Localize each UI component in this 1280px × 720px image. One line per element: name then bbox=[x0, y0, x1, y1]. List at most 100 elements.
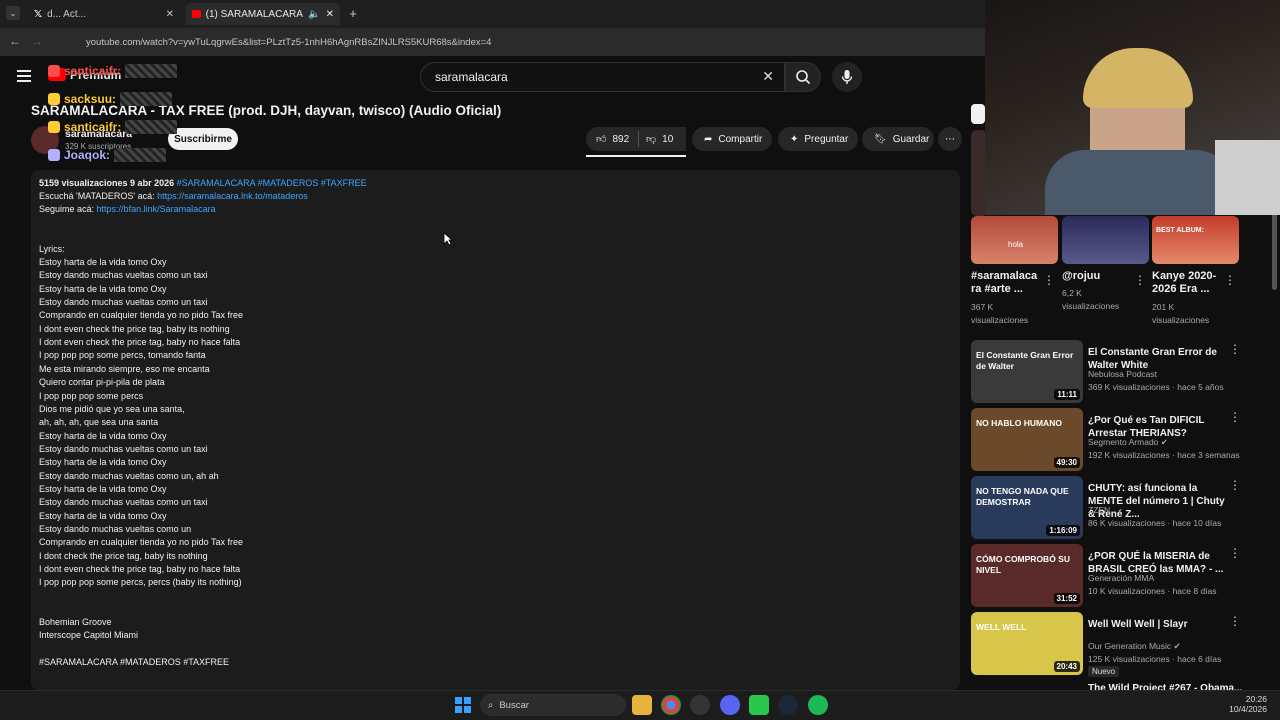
recommended-thumbnail[interactable]: WELL WELL 20:43 bbox=[971, 612, 1083, 675]
discord-icon[interactable] bbox=[720, 695, 740, 715]
recommended-channel[interactable]: Generación MMA bbox=[1088, 572, 1154, 585]
kebab-menu-icon[interactable]: ⋮ bbox=[1224, 273, 1236, 287]
kebab-menu-icon[interactable]: ⋮ bbox=[1229, 478, 1241, 492]
short-thumbnail[interactable]: BEST ALBUM: bbox=[1152, 216, 1239, 264]
browser-tab-youtube[interactable]: (1) SARAMALACARA - TAX 🔈 ✕ bbox=[186, 3, 340, 25]
recommended-thumbnail[interactable]: El Constante Gran Error de Walter 11:11 bbox=[971, 340, 1083, 403]
lyric-line: Comprando en cualquier tienda yo no pido… bbox=[39, 537, 243, 548]
youtube-logo-icon bbox=[192, 10, 201, 18]
ask-button[interactable]: ✦ Preguntar bbox=[778, 127, 858, 151]
chat-username: sacksuu: bbox=[64, 92, 117, 106]
new-tab-plus-icon[interactable]: + bbox=[346, 6, 360, 21]
lyric-line: Me esta mirando siempre, eso me encanta bbox=[39, 363, 210, 374]
recommended-title-partial[interactable]: The Wild Project #267 - Obama... bbox=[1088, 682, 1248, 690]
recommended-meta: 125 K visualizaciones · hace 6 días bbox=[1088, 654, 1222, 664]
file-explorer-icon[interactable] bbox=[632, 695, 652, 715]
kebab-menu-icon[interactable]: ⋮ bbox=[1229, 614, 1241, 628]
save-button[interactable]: 🔖︎ Guardar bbox=[862, 127, 934, 151]
kebab-menu-icon[interactable]: ⋮ bbox=[1043, 273, 1055, 287]
bfan-link[interactable]: https://bfan.link/Saramalacara bbox=[97, 204, 216, 214]
recommended-meta: 192 K visualizaciones · hace 3 semanas bbox=[1088, 450, 1240, 460]
clear-icon[interactable]: ✕ bbox=[762, 68, 774, 85]
search-input[interactable]: saramalacara ✕ bbox=[420, 62, 785, 92]
verified-icon: ✔ bbox=[1160, 437, 1168, 447]
taskbar-search[interactable]: ⌕ Buscar bbox=[480, 694, 626, 716]
duration-badge: 31:52 bbox=[1053, 593, 1080, 604]
new-badge: Nuevo bbox=[1088, 666, 1120, 677]
lyrics-label: Lyrics: bbox=[39, 244, 65, 254]
duration-badge: 11:11 bbox=[1054, 389, 1080, 400]
more-horizontal-icon: ⋯ bbox=[945, 133, 955, 145]
recommended-channel[interactable]: Our Generation Music ✔ bbox=[1088, 640, 1181, 653]
short-title[interactable]: #saramalaca ra #arte ... bbox=[971, 270, 1039, 296]
kebab-menu-icon[interactable]: ⋮ bbox=[1229, 546, 1241, 560]
short-thumbnail[interactable] bbox=[1062, 216, 1149, 264]
lyric-line: Estoy harta de la vida tomo Oxy bbox=[39, 430, 167, 441]
sparkle-icon: ✦ bbox=[790, 133, 799, 145]
recommended-thumbnail[interactable]: NO HABLO HUMANO 49:30 bbox=[971, 408, 1083, 471]
recommended-meta: 369 K visualizaciones · hace 5 años bbox=[1088, 382, 1224, 392]
clock[interactable]: 20:26 10/4/2026 bbox=[1225, 694, 1267, 714]
close-icon[interactable]: ✕ bbox=[326, 9, 334, 20]
short-thumbnail[interactable]: hola bbox=[971, 216, 1058, 264]
lyric-line: I dont check the price tag, baby its not… bbox=[39, 550, 208, 561]
recommended-channel[interactable]: Segmento Armado ✔ bbox=[1088, 436, 1168, 449]
chat-badge-icon bbox=[48, 121, 60, 133]
chrome-icon[interactable] bbox=[661, 695, 681, 715]
app-icon[interactable] bbox=[690, 695, 710, 715]
hashtags-bottom[interactable]: #SARAMALACARA #MATADEROS #TAXFREE bbox=[39, 657, 229, 667]
speaker-icon[interactable]: 🔈 bbox=[308, 9, 320, 20]
recommended-channel[interactable]: ZZEN bbox=[1088, 504, 1110, 517]
search-button[interactable] bbox=[785, 62, 821, 92]
lyric-line: I dont even check the price tag, baby it… bbox=[39, 323, 230, 334]
hamburger-menu-icon[interactable] bbox=[17, 70, 31, 82]
mataderos-link[interactable]: https://saramalacara.lnk.to/mataderos bbox=[157, 191, 308, 201]
dislike-button[interactable]: 👎︎ 10 bbox=[640, 127, 686, 151]
recommended-thumbnail[interactable]: NO TENGO NADA QUE DEMOSTRAR 1:16:09 bbox=[971, 476, 1083, 539]
voice-search-button[interactable] bbox=[832, 62, 862, 92]
chat-username: santicaifr: bbox=[64, 64, 122, 78]
mouse-cursor-icon bbox=[443, 232, 453, 246]
recommended-title[interactable]: Well Well Well | Slayr bbox=[1088, 618, 1228, 631]
windows-start-icon[interactable] bbox=[455, 697, 471, 713]
spotify-icon[interactable] bbox=[808, 695, 828, 715]
view-date: 5159 visualizaciones 9 abr 2026 bbox=[39, 178, 175, 188]
forward-arrow-icon[interactable]: → bbox=[30, 34, 44, 48]
short-title[interactable]: @rojuu bbox=[1062, 270, 1132, 283]
url-text: youtube.com/watch?v=ywTuLqgrwEs&list=PLz… bbox=[86, 36, 492, 48]
duration-badge: 20:43 bbox=[1053, 661, 1080, 672]
close-icon[interactable]: ✕ bbox=[166, 9, 174, 20]
lyric-line: Comprando en cualquier tienda yo no pido… bbox=[39, 310, 243, 321]
lyric-line: Estoy dando muchas vueltas como un bbox=[39, 524, 192, 534]
duration-badge: 1:16:09 bbox=[1046, 525, 1080, 536]
recommended-channel[interactable]: Nebulosa Podcast bbox=[1088, 368, 1157, 381]
short-overlay-text: BEST ALBUM: bbox=[1156, 227, 1204, 234]
kick-icon[interactable] bbox=[749, 695, 769, 715]
more-actions-button[interactable]: ⋯ bbox=[938, 127, 962, 151]
hashtags-top[interactable]: #SARAMALACARA #MATADEROS #TAXFREE bbox=[177, 178, 367, 188]
chat-message-blur bbox=[114, 148, 167, 162]
subscribe-button[interactable]: Suscribirme bbox=[168, 128, 238, 150]
tab-list-chevron-icon[interactable]: ⌄ bbox=[6, 6, 20, 20]
chat-badge-icon bbox=[48, 65, 60, 77]
credit-line: Bohemian Groove bbox=[39, 617, 112, 627]
kebab-menu-icon[interactable]: ⋮ bbox=[1229, 410, 1241, 424]
thumbnail-text: NO HABLO HUMANO bbox=[976, 418, 1062, 428]
background-object bbox=[1215, 140, 1280, 215]
share-label: Compartir bbox=[718, 133, 763, 145]
channel-label: ZZEN bbox=[1088, 505, 1111, 515]
tab-label: (1) SARAMALACARA - TAX bbox=[205, 8, 304, 20]
share-button[interactable]: ➦ Compartir bbox=[692, 127, 772, 151]
short-title[interactable]: Kanye 2020- 2026 Era ... bbox=[1152, 270, 1220, 296]
chip-partial[interactable] bbox=[971, 104, 985, 124]
kebab-menu-icon[interactable]: ⋮ bbox=[1134, 273, 1146, 287]
url-field[interactable]: youtube.com/watch?v=ywTuLqgrwEs&list=PLz… bbox=[46, 32, 976, 52]
video-description[interactable]: 5159 visualizaciones 9 abr 2026 #SARAMAL… bbox=[31, 170, 960, 690]
steam-icon[interactable] bbox=[778, 695, 798, 715]
kebab-menu-icon[interactable]: ⋮ bbox=[1229, 342, 1241, 356]
lyric-line: Estoy dando muchas vueltas como un taxi bbox=[39, 497, 208, 508]
description-meta: 5159 visualizaciones 9 abr 2026 #SARAMAL… bbox=[39, 178, 367, 188]
recommended-thumbnail[interactable]: CÓMO COMPROBÓ SU NIVEL 31:52 bbox=[971, 544, 1083, 607]
browser-tab-x[interactable]: 𝕏 d... Act... ✕ bbox=[28, 3, 180, 25]
back-arrow-icon[interactable]: ← bbox=[8, 34, 22, 48]
